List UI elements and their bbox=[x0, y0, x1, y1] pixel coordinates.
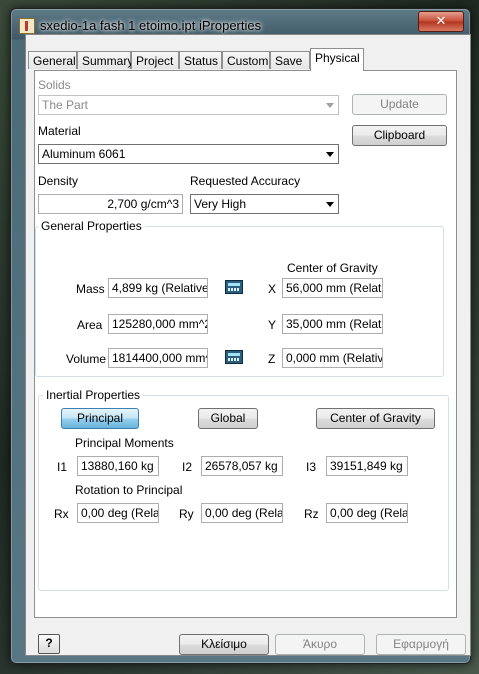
calculator-icon[interactable] bbox=[225, 280, 243, 294]
rx-label: Rx bbox=[54, 507, 69, 521]
solids-dropdown[interactable]: The Part bbox=[38, 95, 339, 115]
inertial-properties-title: Inertial Properties bbox=[43, 388, 144, 402]
i1-field[interactable]: 13880,160 kg mm^2 bbox=[77, 456, 159, 476]
ry-field[interactable]: 0,00 deg (Relative bbox=[201, 503, 283, 523]
volume-field[interactable]: 1814400,000 mm^3 bbox=[108, 348, 208, 368]
volume-label: Volume bbox=[66, 352, 107, 366]
principal-button[interactable]: Principal bbox=[61, 408, 139, 429]
chevron-down-icon bbox=[326, 202, 334, 207]
density-label: Density bbox=[38, 174, 79, 188]
apply-button[interactable]: Εφαρμογή bbox=[376, 634, 466, 655]
solids-label: Solids bbox=[38, 78, 71, 92]
dialog-client-area: General Summary Project Status Custom Sa… bbox=[25, 34, 471, 656]
rx-field[interactable]: 0,00 deg (Relative bbox=[77, 503, 159, 523]
tab-custom[interactable]: Custom bbox=[222, 51, 270, 69]
area-label: Area bbox=[77, 318, 103, 332]
cog-x-field[interactable]: 56,000 mm (Relative bbox=[282, 278, 383, 298]
z-label: Z bbox=[268, 352, 276, 366]
i2-field[interactable]: 26578,057 kg mm^2 bbox=[201, 456, 283, 476]
i2-label: I2 bbox=[182, 460, 193, 474]
rz-label: Rz bbox=[304, 507, 319, 521]
tab-physical[interactable]: Physical bbox=[310, 48, 364, 71]
tab-status[interactable]: Status bbox=[179, 51, 222, 69]
mass-label: Mass bbox=[76, 282, 105, 296]
global-button[interactable]: Global bbox=[198, 408, 258, 429]
density-field[interactable]: 2,700 g/cm^3 bbox=[38, 194, 183, 214]
accuracy-dropdown[interactable]: Very High bbox=[190, 194, 339, 214]
cog-y-field[interactable]: 35,000 mm (Relative bbox=[282, 314, 383, 334]
physical-panel: Solids The Part Update Clipboard Materia… bbox=[34, 70, 457, 618]
iproperties-dialog: sxedio-1a fash 1 etoimo.ipt iProperties … bbox=[10, 8, 471, 664]
ry-label: Ry bbox=[179, 507, 194, 521]
close-dialog-button[interactable]: Κλείσιμο bbox=[179, 634, 269, 655]
window-title: sxedio-1a fash 1 etoimo.ipt iProperties bbox=[40, 18, 262, 33]
close-window-button[interactable]: ✕ bbox=[418, 11, 464, 32]
tab-project[interactable]: Project bbox=[131, 51, 179, 69]
solids-value: The Part bbox=[42, 98, 89, 112]
y-label: Y bbox=[268, 318, 277, 332]
help-button[interactable]: ? bbox=[38, 634, 60, 654]
cog-z-field[interactable]: 0,000 mm (Relative bbox=[282, 348, 383, 368]
center-of-gravity-button[interactable]: Center of Gravity bbox=[316, 408, 435, 429]
chevron-down-icon bbox=[326, 103, 334, 108]
general-properties-title: General Properties bbox=[38, 219, 145, 233]
tab-save[interactable]: Save bbox=[270, 51, 310, 69]
chevron-down-icon bbox=[326, 152, 334, 157]
i3-field[interactable]: 39151,849 kg mm^2 bbox=[326, 456, 408, 476]
rotation-to-principal-label: Rotation to Principal bbox=[75, 483, 183, 497]
tab-general[interactable]: General bbox=[28, 51, 77, 69]
principal-moments-label: Principal Moments bbox=[75, 436, 174, 450]
cancel-button[interactable]: Άκυρο bbox=[275, 634, 365, 655]
rz-field[interactable]: 0,00 deg (Relative bbox=[326, 503, 408, 523]
mass-field[interactable]: 4,899 kg (Relative E bbox=[108, 278, 208, 298]
material-value: Aluminum 6061 bbox=[42, 147, 126, 161]
area-field[interactable]: 125280,000 mm^2 bbox=[108, 314, 208, 334]
accuracy-value: Very High bbox=[194, 197, 247, 211]
inventor-app-icon bbox=[19, 18, 35, 34]
center-of-gravity-label: Center of Gravity bbox=[287, 261, 378, 275]
x-label: X bbox=[268, 282, 277, 296]
tab-summary[interactable]: Summary bbox=[77, 51, 133, 69]
clipboard-button[interactable]: Clipboard bbox=[352, 125, 447, 146]
material-dropdown[interactable]: Aluminum 6061 bbox=[38, 144, 339, 164]
material-label: Material bbox=[38, 124, 81, 138]
i3-label: I3 bbox=[306, 460, 317, 474]
accuracy-label: Requested Accuracy bbox=[190, 174, 301, 188]
update-button[interactable]: Update bbox=[352, 94, 447, 115]
i1-label: I1 bbox=[57, 460, 68, 474]
calculator-icon[interactable] bbox=[225, 350, 243, 364]
